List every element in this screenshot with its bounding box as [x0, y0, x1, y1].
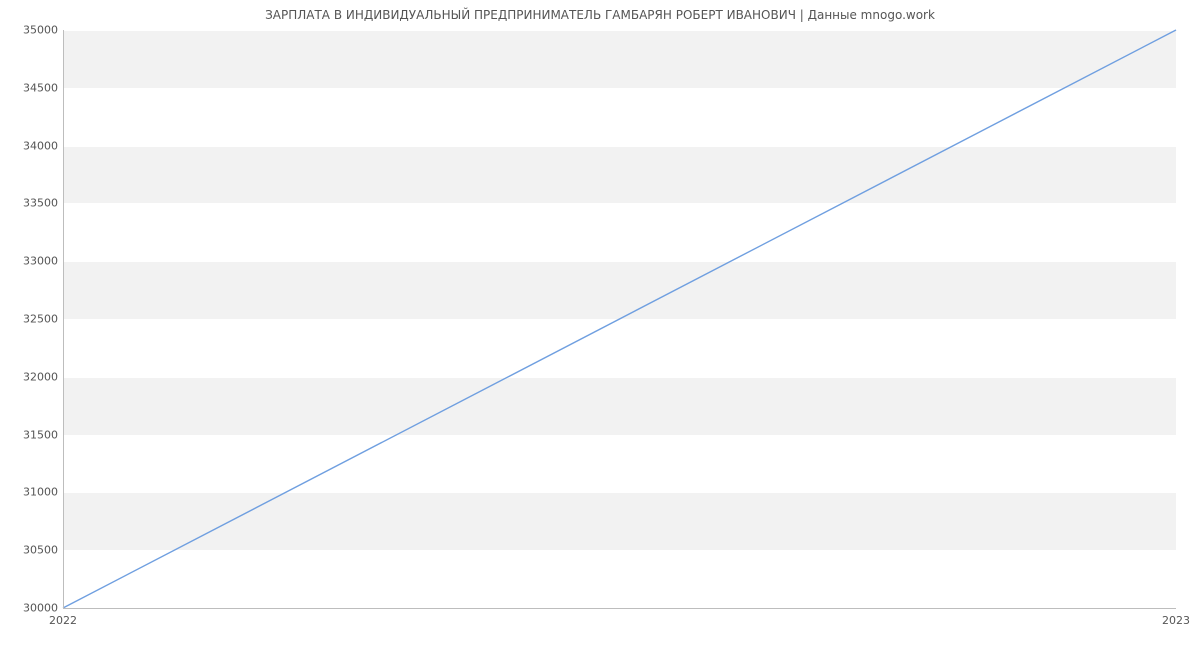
y-tick-label: 31500: [8, 428, 58, 441]
y-tick-label: 32000: [8, 370, 58, 383]
line-series: [63, 30, 1176, 608]
x-axis-spine: [63, 608, 1176, 609]
y-tick-label: 35000: [8, 24, 58, 37]
y-tick-label: 33000: [8, 255, 58, 268]
chart-container: ЗАРПЛАТА В ИНДИВИДУАЛЬНЫЙ ПРЕДПРИНИМАТЕЛ…: [0, 0, 1200, 650]
x-tick-label: 2022: [49, 614, 77, 627]
plot-area: [63, 30, 1176, 608]
y-tick-label: 30500: [8, 544, 58, 557]
y-axis-spine: [63, 30, 64, 608]
line-series-svg: [63, 30, 1176, 608]
x-tick-label: 2023: [1162, 614, 1190, 627]
y-tick-label: 30000: [8, 602, 58, 615]
chart-title: ЗАРПЛАТА В ИНДИВИДУАЛЬНЫЙ ПРЕДПРИНИМАТЕЛ…: [0, 8, 1200, 22]
y-tick-label: 31000: [8, 486, 58, 499]
y-tick-label: 32500: [8, 313, 58, 326]
y-tick-label: 33500: [8, 197, 58, 210]
y-tick-label: 34500: [8, 81, 58, 94]
y-tick-label: 34000: [8, 139, 58, 152]
